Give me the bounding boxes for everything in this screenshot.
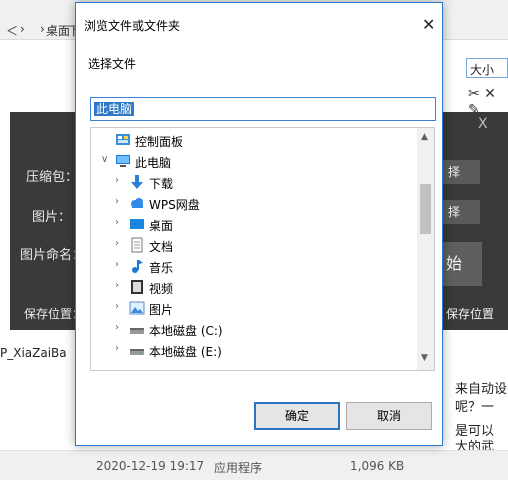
desktop-icon [129, 216, 145, 232]
close-icon[interactable]: X [478, 116, 488, 132]
tree-item-label: 控制面板 [135, 135, 184, 149]
status-bar: 2020-12-19 19:17 应用程序 1,096 KB [0, 450, 508, 480]
breadcrumb-desktop[interactable]: 桌面 [46, 22, 70, 39]
tree-item-label: 本地磁盘 (E:) [149, 345, 222, 359]
select-archive-button[interactable]: 择 [438, 160, 480, 184]
dialog-subtitle: 选择文件 [88, 57, 137, 71]
tree-item-label: WPS网盘 [149, 198, 200, 212]
tree-item[interactable]: 控制面板 [91, 130, 417, 151]
close-icon[interactable]: ✕ [422, 15, 435, 34]
tree-item[interactable]: › 文档 [91, 235, 417, 256]
scroll-thumb[interactable] [420, 184, 431, 234]
chevron-right-icon[interactable]: › [115, 301, 125, 312]
folder-tree[interactable]: 控制面板 ∨ 此电脑 › 下载 › WPS网盘 › 桌面 › 文档 › 音乐 › 视频 › 图片 › 本地磁盘 (C… [90, 127, 435, 371]
chevron-right-icon[interactable]: › [115, 322, 125, 333]
tree-item[interactable]: › 视频 [91, 277, 417, 298]
sort-combo[interactable]: 大小 [466, 58, 508, 78]
path-input[interactable]: 此电脑 [90, 97, 436, 121]
tree-item[interactable]: › WPS网盘 [91, 193, 417, 214]
drive-icon [129, 342, 145, 358]
scroll-up-icon[interactable]: ▲ [421, 132, 428, 142]
picture-icon [129, 300, 145, 316]
music-icon [129, 258, 145, 274]
save-location-button[interactable]: 保存位置 [446, 305, 494, 322]
chevron-right-icon[interactable]: › [115, 217, 125, 228]
select-image-button[interactable]: 择 [438, 200, 480, 224]
file-name[interactable]: P_XiaZaiBa [0, 346, 67, 360]
tree-item[interactable]: › 下载 [91, 172, 417, 193]
chevron-down-icon[interactable]: ∨ [101, 154, 111, 165]
chevron-right-icon[interactable]: › [115, 280, 125, 291]
dialog-title: 浏览文件或文件夹 [84, 19, 181, 33]
chevron-right-icon[interactable]: › [115, 175, 125, 186]
tree-item-label: 此电脑 [135, 156, 172, 170]
control-panel-icon [115, 132, 131, 148]
tree-item[interactable]: › 音乐 [91, 256, 417, 277]
computer-icon [115, 153, 131, 169]
tree-item-label: 下载 [149, 177, 174, 191]
tree-item-label: 视频 [149, 282, 174, 296]
browse-folder-dialog: 浏览文件或文件夹 ✕ 选择文件 此电脑 控制面板 ∨ 此电脑 › 下载 › WPS网盘 › 桌面… [75, 2, 443, 446]
tree-item[interactable]: › 桌面 [91, 214, 417, 235]
status-type: 应用程序 [214, 461, 263, 475]
tree-item[interactable]: ∨ 此电脑 [91, 151, 417, 172]
scroll-down-icon[interactable]: ▼ [421, 353, 428, 363]
tree-scrollbar[interactable]: ▲ ▼ [417, 128, 434, 370]
label-image: 图片： [32, 210, 72, 225]
tree-item[interactable]: › 本地磁盘 (C:) [91, 319, 417, 340]
chevron-right-icon[interactable]: › [115, 196, 125, 207]
tree-item-label: 音乐 [149, 261, 174, 275]
bg-text-2: 呢？一 [455, 400, 495, 415]
tree-item-label: 文档 [149, 240, 174, 254]
tree-item-label: 本地磁盘 (C:) [149, 324, 223, 338]
cloud-icon [129, 195, 145, 211]
download-icon [129, 174, 145, 190]
tree-item[interactable]: › 本地磁盘 (E:) [91, 340, 417, 361]
tree-item-label: 图片 [149, 303, 174, 317]
document-icon [129, 237, 145, 253]
breadcrumb-arrow-icon: › [40, 22, 45, 36]
ok-button[interactable]: 确定 [254, 402, 340, 430]
video-icon [129, 279, 145, 295]
cancel-button[interactable]: 取消 [346, 402, 432, 430]
nav-back-icon[interactable]: ＜ [6, 22, 18, 39]
chevron-right-icon[interactable]: › [115, 343, 125, 354]
tree-item-label: 桌面 [149, 219, 174, 233]
status-size: 1,096 KB [350, 459, 405, 473]
chevron-right-icon[interactable]: › [115, 238, 125, 249]
breadcrumb-separator: › [20, 22, 25, 36]
drive-icon [129, 321, 145, 337]
status-date: 2020-12-19 19:17 [96, 459, 205, 473]
tree-item[interactable]: › 图片 [91, 298, 417, 319]
label-archive: 压缩包： [26, 170, 79, 185]
path-input-value: 此电脑 [94, 102, 135, 116]
chevron-right-icon[interactable]: › [115, 259, 125, 270]
bg-text-1: 来自动设 [455, 382, 508, 397]
